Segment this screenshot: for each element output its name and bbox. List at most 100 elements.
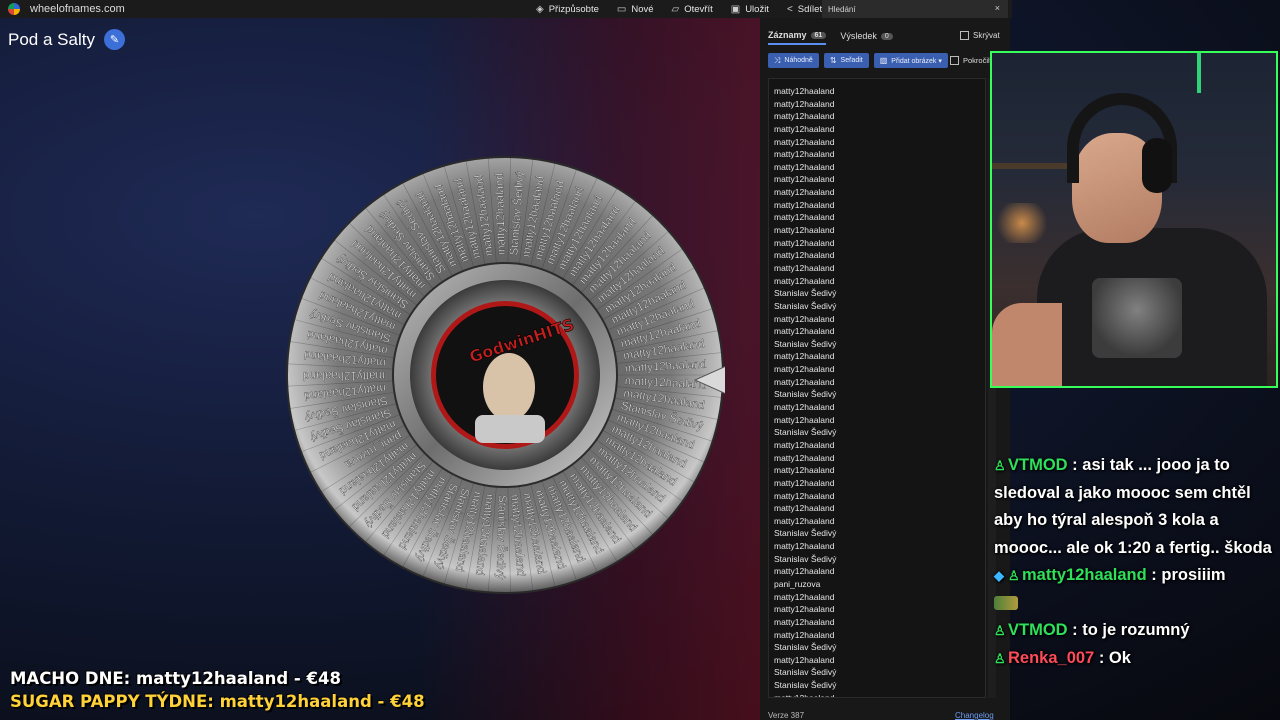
chat-username: Renka_007 [1008, 648, 1095, 667]
wheel[interactable]: matty12haaland matty12haaland Stanislav Še… [285, 155, 725, 595]
entry-line: matty12haaland [774, 351, 835, 362]
changelog-link[interactable]: Changelog [955, 711, 994, 720]
entry-line: Stanislav Šedivý [774, 389, 837, 400]
cube-badge-icon: ◆ [994, 568, 1004, 583]
entry-line: Stanislav Šedivý [774, 288, 837, 299]
pencil-icon: ✎ [109, 34, 120, 46]
menu-item-otevřít[interactable]: ▱ Otevřít [672, 4, 713, 15]
shuffle-button[interactable]: ⤨ Náhodně [768, 53, 819, 68]
search-placeholder: Hledání [828, 4, 856, 14]
chat-username: matty12haaland [1022, 566, 1147, 584]
entry-line: matty12haaland [774, 477, 835, 488]
menu-item-label: Nové [631, 3, 654, 15]
site-brand[interactable]: wheelofnames.com [0, 3, 125, 15]
entry-line: matty12haaland [774, 490, 835, 501]
entry-line: matty12haaland [774, 515, 835, 526]
tab-label: Záznamy [768, 30, 807, 40]
chat-username: VTMOD [1008, 621, 1068, 639]
page-title-text: Pod a Salty [8, 29, 95, 49]
search-input[interactable]: Hledání × [822, 0, 1008, 18]
entry-line: matty12haaland [774, 414, 835, 425]
entry-line: Stanislav Šedivý [774, 338, 837, 349]
entry-line: matty12haaland [774, 591, 835, 602]
folder-open-icon: ▱ [671, 3, 680, 15]
entry-line: matty12haaland [774, 212, 835, 223]
entry-line: pani_ruzova [774, 578, 821, 589]
button-label: Přidat obrázek ▾ [891, 57, 942, 65]
menu-item-uložit[interactable]: ▣ Uložit [731, 4, 769, 15]
entry-line: matty12haaland [774, 174, 835, 185]
webcam-feed [990, 51, 1278, 388]
edit-title-button[interactable]: ✎ [103, 29, 125, 50]
sugar-line: SUGAR PAPPY TÝDNE: matty12haaland - €48 [10, 692, 425, 711]
chat-text: prosiiim [1161, 566, 1226, 584]
entry-line: matty12haaland [774, 250, 835, 261]
menu-item-label: Sdílet [797, 3, 823, 15]
checkbox-icon[interactable] [960, 31, 969, 40]
advanced-checkbox[interactable]: Pokročilý [950, 56, 993, 65]
entry-line: matty12haaland [774, 199, 835, 210]
checkbox-icon[interactable] [950, 56, 959, 65]
menu-item-label: Uložit [745, 3, 769, 15]
chat-message: ◆ ♙ matty12haaland : prosiiim [994, 562, 1278, 617]
menu-item-sdílet[interactable]: < Sdílet [787, 4, 822, 15]
entry-line: Stanislav Šedivý [774, 427, 837, 438]
chat-message: ♙ VTMOD : to je rozumný [994, 617, 1278, 645]
page-title: Pod a Salty ✎ [8, 29, 125, 50]
close-icon[interactable]: × [995, 3, 1000, 13]
hide-checkbox[interactable]: Skrývat [960, 31, 1000, 40]
sort-button[interactable]: ⇅ Seřadit [823, 53, 869, 68]
tab-label: Výsledek [840, 31, 877, 41]
menu-item-přizpůsobte[interactable]: ◈ Přizpůsobte [536, 4, 599, 15]
entry-line: matty12haaland [774, 629, 835, 640]
advanced-label: Pokročilý [963, 56, 994, 65]
chat-text: to je rozumný [1082, 621, 1190, 639]
chat-text: Ok [1108, 648, 1131, 667]
entries-toolbar: ⤨ Náhodně ⇅ Seřadit ▨ Přidat obrázek ▾ [768, 53, 948, 68]
add-image-button[interactable]: ▨ Přidat obrázek ▾ [873, 53, 948, 68]
entry-line: matty12haaland [774, 604, 835, 615]
menu-item-nové[interactable]: ▭ Nové [617, 4, 654, 15]
entry-line: matty12haaland [774, 123, 835, 134]
entry-line: matty12haaland [774, 654, 835, 665]
entry-line: matty12haaland [774, 237, 835, 248]
entry-line: matty12haaland [774, 452, 835, 463]
button-label: Seřadit [840, 57, 863, 64]
entry-line: matty12haaland [774, 136, 835, 147]
entry-line: matty12haaland [774, 149, 835, 160]
count-badge: 61 [810, 31, 827, 39]
chat-overlay: ♙ VTMOD : asi tak ... jooo ja to sledoval… [994, 452, 1278, 672]
chat-separator: : [1067, 456, 1083, 474]
tab-results[interactable]: Výsledek 0 [840, 30, 893, 45]
entry-line: Stanislav Šedivý [774, 300, 837, 311]
wheel-slice-label: matty12haaland [303, 369, 385, 381]
entry-line: matty12haaland [774, 111, 835, 122]
wheel-svg[interactable]: matty12haaland matty12haaland Stanislav Še… [285, 155, 725, 595]
site-logo-icon [8, 3, 20, 15]
entry-line: matty12haaland [774, 98, 835, 109]
entry-line: matty12haaland [774, 566, 835, 577]
entry-line: matty12haaland [774, 503, 835, 514]
entry-line: Stanislav Šedivý [774, 528, 837, 539]
chat-username: VTMOD [1008, 456, 1068, 474]
tab-entries[interactable]: Záznamy 61 [768, 30, 827, 45]
entry-line: matty12haaland [774, 402, 835, 413]
entry-line: matty12haaland [774, 86, 835, 96]
entry-line: Stanislav Šedivý [774, 680, 837, 691]
palette-icon: ◈ [536, 3, 544, 15]
entry-line: matty12haaland [774, 465, 835, 476]
entry-line: matty12haaland [774, 692, 835, 698]
chat-separator: : [1146, 566, 1162, 584]
entry-line: Stanislav Šedivý [774, 642, 837, 653]
logo-shoulders [475, 415, 545, 443]
wheel-slice-label: Stanislav Šedivý [494, 495, 509, 580]
chat-separator: : [1094, 648, 1109, 667]
entry-line: matty12haaland [774, 541, 835, 552]
chat-message: ♙ VTMOD : asi tak ... jooo ja to sledoval… [994, 452, 1278, 562]
save-icon: ▣ [730, 3, 741, 15]
entry-line: matty12haaland [774, 262, 835, 273]
entry-line: Stanislav Šedivý [774, 667, 837, 678]
entry-line: matty12haaland [774, 161, 835, 172]
entries-textarea[interactable]: matty12haaland matty12haaland matty12haala… [768, 78, 986, 698]
version-text: Verze 387 [768, 711, 805, 720]
